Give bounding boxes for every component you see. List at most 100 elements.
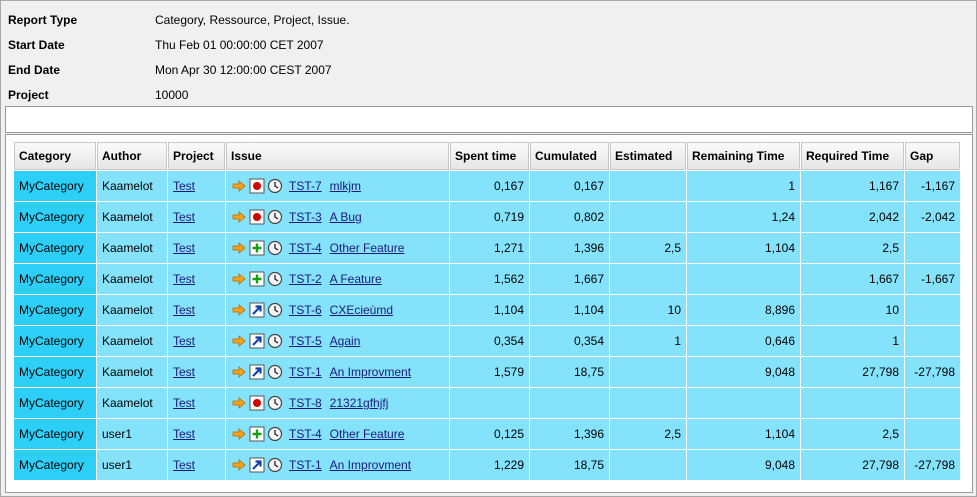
project-link[interactable]: Test xyxy=(173,272,195,286)
required-time-cell: 27,798 xyxy=(801,450,904,480)
issue-summary-link[interactable]: Other Feature xyxy=(330,427,405,441)
estimated-cell: 1 xyxy=(610,326,686,356)
project-link[interactable]: Test xyxy=(173,334,195,348)
issue-summary-link[interactable]: Again xyxy=(330,334,361,348)
column-header[interactable]: Required Time xyxy=(801,142,904,170)
column-header[interactable]: Cumulated xyxy=(530,142,609,170)
project-cell: Test xyxy=(168,171,225,201)
estimated-cell xyxy=(610,450,686,480)
required-time-cell: 2,5 xyxy=(801,233,904,263)
priority-arrow-icon xyxy=(231,302,247,318)
clock-icon xyxy=(267,333,283,349)
priority-arrow-icon xyxy=(231,333,247,349)
clock-icon xyxy=(267,209,283,225)
project-link[interactable]: Test xyxy=(173,365,195,379)
meta-value: Mon Apr 30 12:00:00 CEST 2007 xyxy=(155,62,332,77)
issue-key-link[interactable]: TST-6 xyxy=(289,303,322,317)
cumulated-cell: 18,75 xyxy=(530,450,609,480)
report-table: Category Author Project Issue Spent time Cumu… xyxy=(13,141,961,481)
estimated-cell: 2,5 xyxy=(610,419,686,449)
report-meta: Report Type Category, Ressource, Project,… xyxy=(8,7,350,107)
clock-icon xyxy=(267,240,283,256)
remaining-time-cell: 1,104 xyxy=(687,419,800,449)
gap-cell: -27,798 xyxy=(905,450,960,480)
cumulated-cell: 1,396 xyxy=(530,419,609,449)
gap-cell xyxy=(905,295,960,325)
author-cell: Kaamelot xyxy=(97,171,167,201)
table-row: MyCategory Kaamelot Test TST-1 An Improvment… xyxy=(14,357,960,387)
clock-icon xyxy=(267,302,283,318)
project-link[interactable]: Test xyxy=(173,396,195,410)
spent-time-cell: 0,719 xyxy=(450,202,529,232)
issue-summary-link[interactable]: An Improvment xyxy=(330,365,411,379)
meta-label: Project xyxy=(8,87,49,102)
clock-icon xyxy=(267,364,283,380)
priority-arrow-icon xyxy=(231,240,247,256)
column-header[interactable]: Issue xyxy=(226,142,449,170)
project-link[interactable]: Test xyxy=(173,179,195,193)
remaining-time-cell: 9,048 xyxy=(687,357,800,387)
author-cell: Kaamelot xyxy=(97,233,167,263)
issue-summary-link[interactable]: A Feature xyxy=(330,272,382,286)
remaining-time-cell: 8,896 xyxy=(687,295,800,325)
issue-key-link[interactable]: TST-8 xyxy=(289,396,322,410)
table-row: MyCategory Kaamelot Test TST-2 A Feature 1,56… xyxy=(14,264,960,294)
gap-cell: -1,667 xyxy=(905,264,960,294)
issue-cell: TST-5 Again xyxy=(226,326,449,356)
project-link[interactable]: Test xyxy=(173,303,195,317)
issue-summary-link[interactable]: A Bug xyxy=(330,210,362,224)
issue-key-link[interactable]: TST-4 xyxy=(289,427,322,441)
issue-summary-link[interactable]: An Improvment xyxy=(330,458,411,472)
cumulated-cell: 0,354 xyxy=(530,326,609,356)
column-header[interactable]: Category xyxy=(14,142,96,170)
cumulated-cell: 1,104 xyxy=(530,295,609,325)
column-header[interactable]: Estimated xyxy=(610,142,686,170)
table-header-row: Category Author Project Issue Spent time Cumu… xyxy=(14,142,960,170)
issue-key-link[interactable]: TST-1 xyxy=(289,458,322,472)
issue-key-link[interactable]: TST-5 xyxy=(289,334,322,348)
cumulated-cell: 1,667 xyxy=(530,264,609,294)
improvement-icon xyxy=(249,333,265,349)
spent-time-cell: 1,271 xyxy=(450,233,529,263)
spent-time-cell: 0,354 xyxy=(450,326,529,356)
project-link[interactable]: Test xyxy=(173,427,195,441)
issue-key-link[interactable]: TST-4 xyxy=(289,241,322,255)
issue-key-link[interactable]: TST-2 xyxy=(289,272,322,286)
category-cell: MyCategory xyxy=(14,233,96,263)
column-header[interactable]: Project xyxy=(168,142,225,170)
issue-summary-link[interactable]: mlkjm xyxy=(330,179,361,193)
improvement-icon xyxy=(249,302,265,318)
category-cell: MyCategory xyxy=(14,326,96,356)
spent-time-cell: 1,579 xyxy=(450,357,529,387)
issue-summary-link[interactable]: CXEcieùmd xyxy=(330,303,393,317)
issue-key-link[interactable]: TST-3 xyxy=(289,210,322,224)
issue-cell: TST-1 An Improvment xyxy=(226,450,449,480)
issue-summary-link[interactable]: Other Feature xyxy=(330,241,405,255)
meta-value: 10000 xyxy=(155,87,189,102)
issue-cell: TST-2 A Feature xyxy=(226,264,449,294)
project-link[interactable]: Test xyxy=(173,241,195,255)
project-link[interactable]: Test xyxy=(173,458,195,472)
column-header[interactable]: Remaining Time xyxy=(687,142,800,170)
column-header[interactable]: Author xyxy=(97,142,167,170)
required-time-cell: 1,167 xyxy=(801,171,904,201)
column-header[interactable]: Spent time xyxy=(450,142,529,170)
issue-summary-link[interactable]: 21321gfhjfj xyxy=(330,396,389,410)
required-time-cell: 2,5 xyxy=(801,419,904,449)
clock-icon xyxy=(267,426,283,442)
author-cell: user1 xyxy=(97,450,167,480)
meta-label: End Date xyxy=(8,62,61,77)
issue-key-link[interactable]: TST-1 xyxy=(289,365,322,379)
issue-key-link[interactable]: TST-7 xyxy=(289,179,322,193)
new-feature-icon xyxy=(249,426,265,442)
required-time-cell: 10 xyxy=(801,295,904,325)
category-cell: MyCategory xyxy=(14,357,96,387)
remaining-time-cell xyxy=(687,388,800,418)
meta-label: Start Date xyxy=(8,37,65,52)
spent-time-cell xyxy=(450,388,529,418)
project-link[interactable]: Test xyxy=(173,210,195,224)
column-header[interactable]: Gap xyxy=(905,142,960,170)
required-time-cell: 2,042 xyxy=(801,202,904,232)
gap-cell: -1,167 xyxy=(905,171,960,201)
issue-cell: TST-7 mlkjm xyxy=(226,171,449,201)
